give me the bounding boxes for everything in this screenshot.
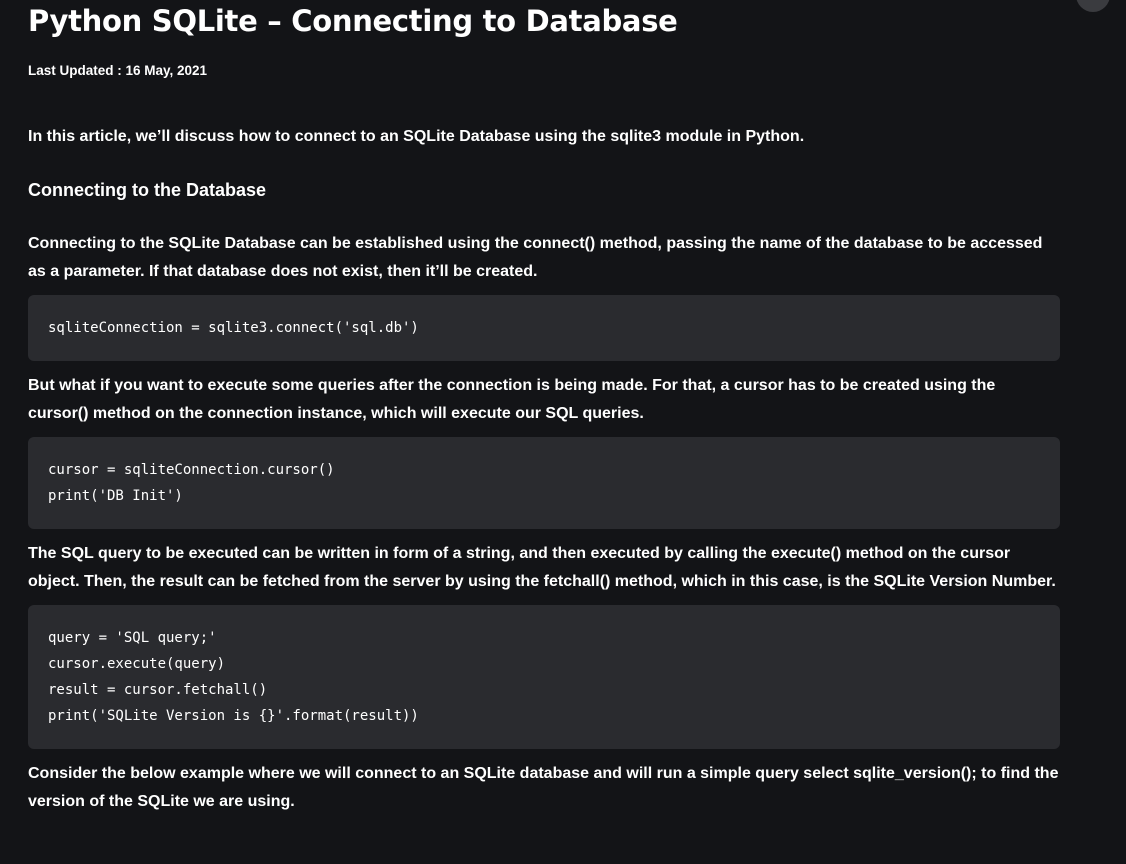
execute-paragraph: The SQL query to be executed can be writ…	[28, 545, 1056, 590]
cursor-keyword: cursor()	[28, 405, 89, 422]
code-line: print('DB Init')	[48, 488, 183, 504]
code-line: sqliteConnection = sqlite3.connect('sql.…	[48, 320, 419, 336]
code-block-cursor: cursor = sqliteConnection.cursor() print…	[28, 437, 1060, 529]
intro-paragraph: In this article, we’ll discuss how to co…	[28, 128, 805, 145]
code-line: query = 'SQL query;'	[48, 630, 217, 646]
fetchall-keyword: fetchall()	[543, 573, 611, 590]
example-paragraph: Consider the below example where we will…	[28, 765, 1059, 810]
connect-keyword: connect()	[523, 235, 596, 252]
code-block-query: query = 'SQL query;' cursor.execute(quer…	[28, 605, 1060, 749]
floating-action-button[interactable]	[1076, 0, 1110, 12]
section-heading: Connecting to the Database	[28, 180, 267, 200]
cursor-paragraph: But what if you want to execute some que…	[28, 377, 996, 422]
connect-paragraph: Connecting to the SQLite Database can be…	[28, 235, 1043, 280]
code-line: cursor.execute(query)	[48, 656, 226, 672]
code-line: print('SQLite Version is {}'.format(resu…	[48, 708, 419, 724]
code-line: cursor = sqliteConnection.cursor()	[48, 462, 335, 478]
last-updated: Last Updated : 16 May, 2021	[28, 63, 208, 78]
execute-keyword: execute()	[770, 545, 842, 562]
code-line: result = cursor.fetchall()	[48, 682, 268, 698]
code-block-connect: sqliteConnection = sqlite3.connect('sql.…	[28, 295, 1060, 361]
page-title: Python SQLite – Connecting to Database	[28, 4, 678, 38]
